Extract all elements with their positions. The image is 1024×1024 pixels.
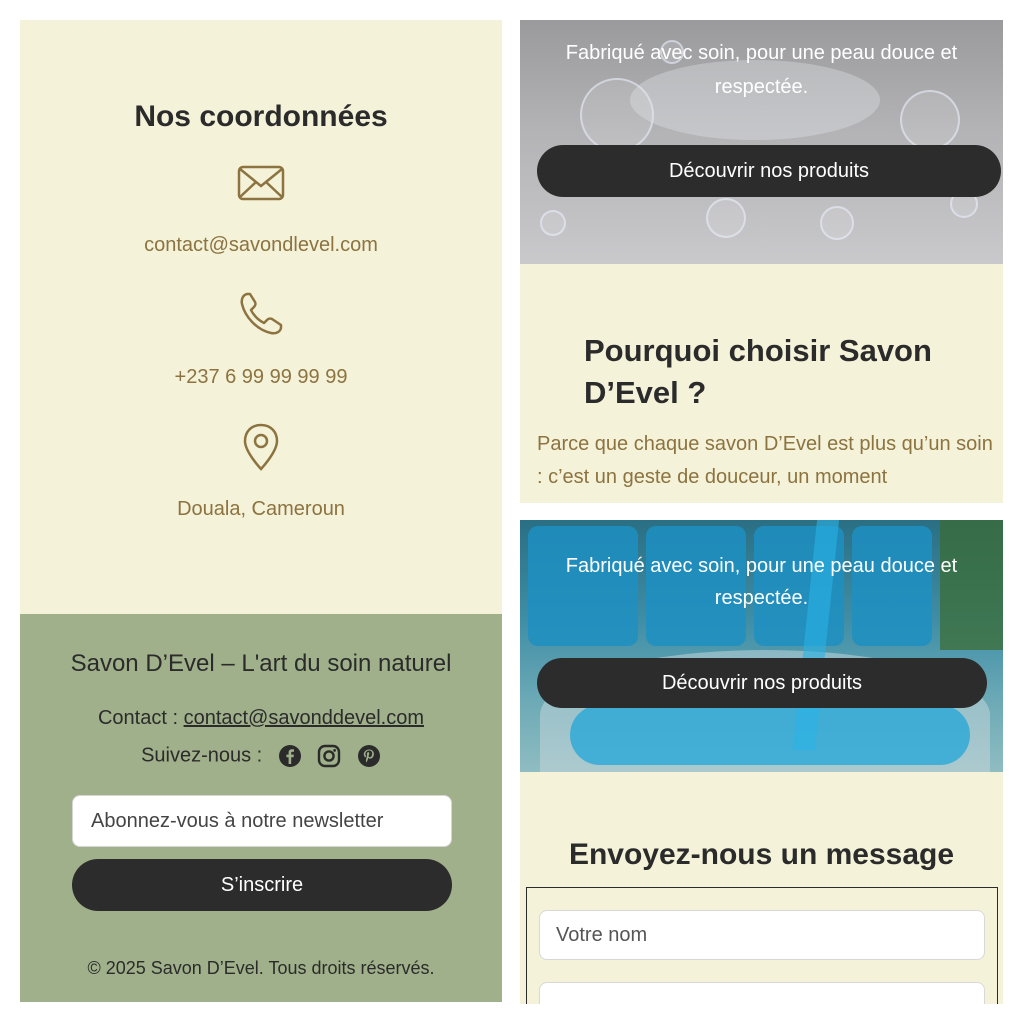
follow-us-label: Suivez-nous :	[141, 744, 263, 767]
why-choose-body: Parce que chaque savon D’Evel est plus q…	[537, 433, 993, 488]
facebook-icon[interactable]	[278, 744, 302, 768]
location-pin-icon	[241, 422, 281, 477]
contact-email[interactable]: contact@savondlevel.com	[20, 234, 502, 257]
email-field[interactable]	[539, 982, 985, 1004]
pinterest-icon[interactable]	[357, 744, 381, 768]
envelope-icon	[237, 164, 285, 207]
footer-contact-email-link[interactable]: contact@savonddevel.com	[184, 707, 424, 729]
footer-title: Savon D’Evel – L'art du soin naturel	[70, 650, 452, 677]
contact-details-panel: Nos coordonnées contact@savondlevel.com …	[20, 20, 502, 614]
hero-banner-blue-soaps: Fabriqué avec soin, pour une peau douce …	[520, 520, 1003, 772]
footer-panel: Savon D’Evel – L'art du soin naturel Con…	[20, 614, 502, 1002]
message-form-panel: Fabriqué avec soin, pour une peau douce …	[520, 520, 1003, 1004]
copyright-text: © 2025 Savon D’Evel. Tous droits réservé…	[87, 958, 435, 978]
contact-phone[interactable]: +237 6 99 99 99 99	[20, 366, 502, 389]
send-message-title: Envoyez-nous un message	[568, 838, 955, 871]
subscribe-button[interactable]: S’inscrire	[72, 859, 452, 911]
discover-products-button-bottom[interactable]: Découvrir nos produits	[537, 658, 987, 708]
hero-top-tagline: Fabriqué avec soin, pour une peau douce …	[565, 42, 958, 98]
why-choose-panel: Fabriqué avec soin, pour une peau douce …	[520, 20, 1003, 503]
discover-products-button-top[interactable]: Découvrir nos produits	[537, 145, 1001, 197]
why-choose-title: Pourquoi choisir Savon D’Evel ?	[584, 333, 932, 410]
contact-form	[526, 887, 998, 1004]
hero-bottom-tagline: Fabriqué avec soin, pour une peau douce …	[565, 555, 958, 609]
instagram-icon[interactable]	[317, 744, 341, 768]
contact-location: Douala, Cameroun	[177, 498, 345, 520]
name-field[interactable]	[539, 910, 985, 960]
phone-icon	[237, 290, 285, 343]
footer-contact-line: Contact : contact@savonddevel.com	[20, 707, 502, 730]
footer-contact-prefix: Contact :	[97, 707, 184, 729]
hero-banner-soap-bubbles: Fabriqué avec soin, pour une peau douce …	[520, 20, 1003, 264]
contact-section-title: Nos coordonnées	[134, 100, 388, 133]
newsletter-email-input[interactable]	[72, 795, 452, 847]
follow-us-row: Suivez-nous :	[20, 744, 502, 768]
